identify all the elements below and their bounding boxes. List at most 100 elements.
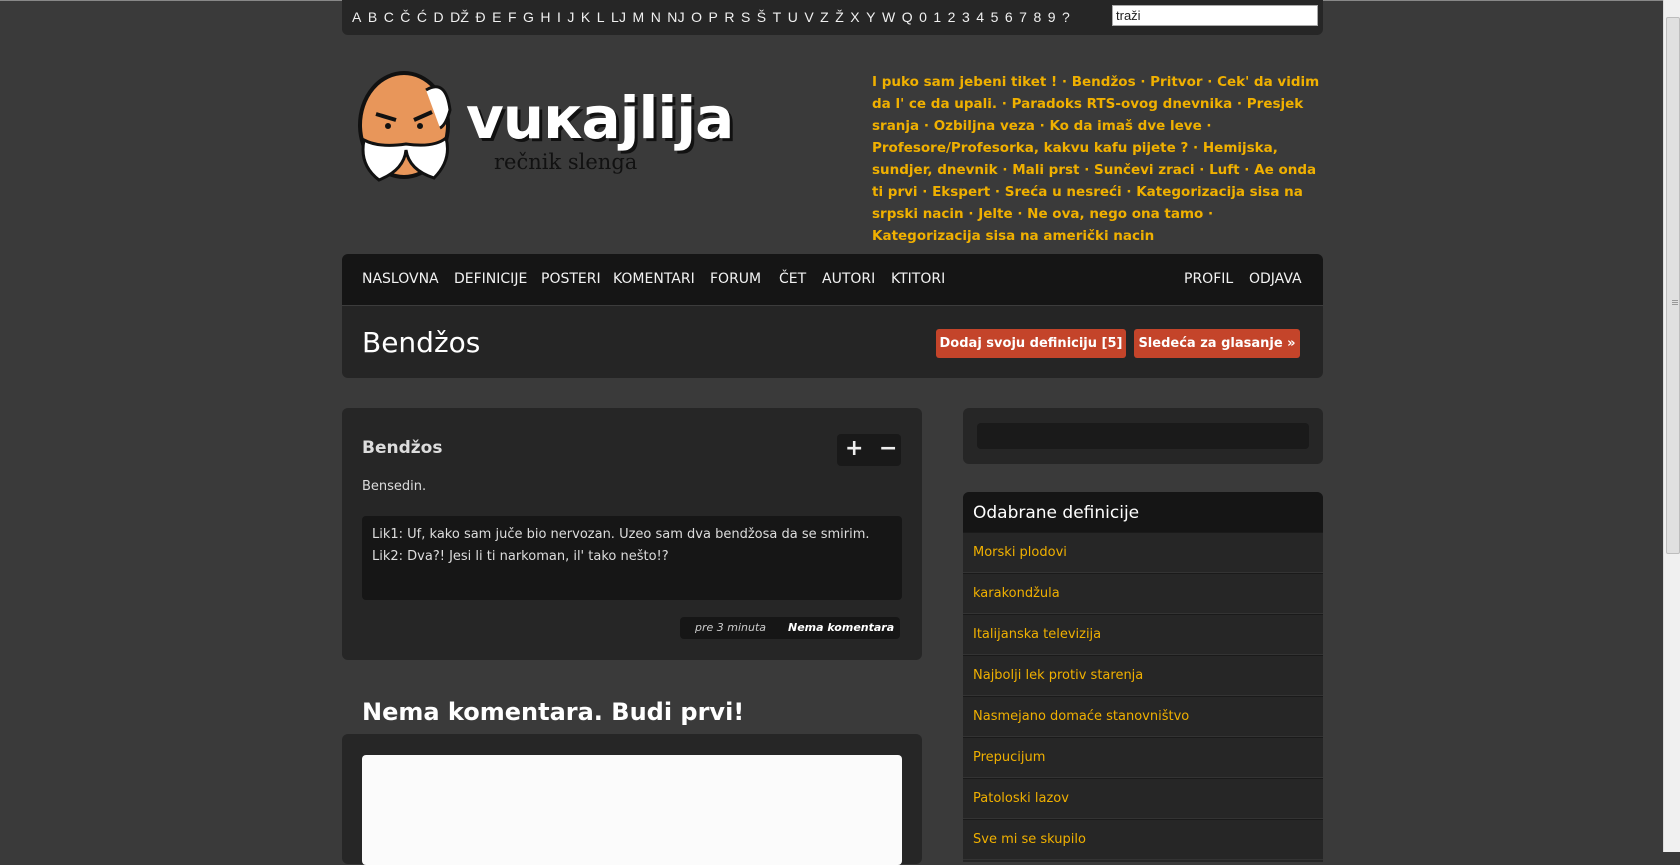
separator: · (990, 184, 1005, 200)
alphabet-letter-link[interactable]: T (773, 9, 782, 25)
alphabet-letter-link[interactable]: P (709, 9, 719, 25)
trending-link[interactable]: Luft (1209, 162, 1240, 178)
alphabet-letter-link[interactable]: R (724, 9, 734, 25)
trending-link[interactable]: Kategorizacija sisa na američki nacin (872, 228, 1154, 244)
alphabet-letter-link[interactable]: ? (1062, 9, 1070, 25)
add-definition-button[interactable]: Dodaj svoju definiciju [5] (936, 329, 1126, 358)
alphabet-letter-link[interactable]: Š (757, 9, 767, 25)
alphabet-letters: A B C Č Ć D DŽ Đ E F G H I J K L LJ M N NJ O P R S Š T U V Z Ž X Y W Q 0 1 2… (352, 9, 1076, 25)
comments-link[interactable]: Nema komentara (788, 617, 894, 639)
alphabet-letter-link[interactable]: Ž (835, 9, 844, 25)
alphabet-letter-link[interactable]: W (882, 9, 895, 25)
logo-tagline: rečnik slenga (494, 150, 638, 174)
alphabet-letter-link[interactable]: G (523, 9, 534, 25)
sidebar-item[interactable]: Patoloski lazov (963, 778, 1323, 819)
next-vote-button[interactable]: Sledeća za glasanje » (1134, 329, 1300, 358)
alphabet-letter-link[interactable]: N (651, 9, 661, 25)
alphabet-letter-link[interactable]: Č (400, 9, 410, 25)
trending-link[interactable]: Bendžos (1072, 74, 1136, 90)
trending-link[interactable]: Profesore/Profesorka, kakvu kafu pijete … (872, 140, 1188, 156)
alphabet-letter-link[interactable]: DŽ (450, 9, 469, 25)
sidebar-placeholder (977, 423, 1309, 449)
alphabet-letter-link[interactable]: K (581, 9, 591, 25)
vote-down-button[interactable]: − (879, 436, 897, 461)
sidebar-item[interactable]: Italijanska televizija (963, 614, 1323, 655)
nav-profil[interactable]: PROFIL (1184, 271, 1233, 287)
alphabet-letter-link[interactable]: NJ (667, 9, 685, 25)
nav-forum[interactable]: FORUM (710, 271, 761, 287)
alphabet-letter-link[interactable]: Y (866, 9, 876, 25)
alphabet-letter-link[interactable]: E (492, 9, 502, 25)
alphabet-letter-link[interactable]: D (434, 9, 444, 25)
main-nav: NASLOVNA DEFINICIJE POSTERI KOMENTARI FO… (342, 254, 1323, 305)
alphabet-letter-link[interactable]: L (597, 9, 605, 25)
trending-link[interactable]: Mali prst (1012, 162, 1079, 178)
alphabet-letter-link[interactable]: M (633, 9, 645, 25)
alphabet-letter-link[interactable]: 8 (1033, 9, 1041, 25)
alphabet-letter-link[interactable]: A (352, 9, 362, 25)
alphabet-letter-link[interactable]: Z (820, 9, 829, 25)
post-time: pre 3 minuta (695, 621, 767, 634)
site-logo[interactable]: vuкajlija rečnik slenga (354, 70, 774, 200)
trending-link[interactable]: Jelte (978, 206, 1012, 222)
trending-link[interactable]: Ozbiljna veza (934, 118, 1035, 134)
alphabet-letter-link[interactable]: S (741, 9, 751, 25)
trending-link[interactable]: Ekspert (932, 184, 990, 200)
alphabet-letter-link[interactable]: 3 (962, 9, 970, 25)
alphabet-letter-link[interactable]: 1 (933, 9, 941, 25)
trending-link[interactable]: I puko sam jebeni tiket ! (872, 74, 1057, 90)
alphabet-letter-link[interactable]: Q (902, 9, 913, 25)
alphabet-letter-link[interactable]: 6 (1005, 9, 1013, 25)
page-title: Bendžos (362, 326, 481, 359)
alphabet-letter-link[interactable]: 4 (976, 9, 984, 25)
nav-ktitori[interactable]: KTITORI (891, 271, 945, 287)
alphabet-letter-link[interactable]: Ć (417, 9, 427, 25)
alphabet-letter-link[interactable]: 7 (1019, 9, 1027, 25)
vertical-scrollbar[interactable] (1663, 0, 1680, 852)
separator: · (1201, 118, 1212, 134)
separator: · (919, 118, 934, 134)
sidebar-item[interactable]: Najbolji lek protiv starenja (963, 655, 1323, 696)
nav-posteri[interactable]: POSTERI (541, 271, 601, 287)
trending-link[interactable]: Paradoks RTS-ovog dnevnika (1012, 96, 1233, 112)
alphabet-letter-link[interactable]: 9 (1048, 9, 1056, 25)
alphabet-letter-link[interactable]: F (508, 9, 517, 25)
vote-box: + − (837, 434, 901, 466)
alphabet-letter-link[interactable]: X (850, 9, 860, 25)
trending-link[interactable]: Sunčevi zraci (1094, 162, 1195, 178)
alphabet-letter-link[interactable]: O (691, 9, 702, 25)
sidebar-item[interactable]: Sve mi se skupilo (963, 819, 1323, 860)
nav-komentari[interactable]: KOMENTARI (613, 271, 695, 287)
trending-link[interactable]: Sreća u nesreći (1005, 184, 1122, 200)
vote-up-button[interactable]: + (845, 436, 863, 461)
alphabet-letter-link[interactable]: Đ (475, 9, 485, 25)
trending-link[interactable]: Pritvor (1150, 74, 1202, 90)
definition-term[interactable]: Bendžos (362, 438, 442, 458)
alphabet-letter-link[interactable]: 5 (991, 9, 999, 25)
nav-cet[interactable]: ČET (779, 271, 806, 287)
search-input[interactable] (1112, 5, 1318, 26)
scrollbar-thumb[interactable] (1666, 17, 1680, 554)
alphabet-letter-link[interactable]: I (557, 9, 561, 25)
alphabet-letter-link[interactable]: 0 (919, 9, 927, 25)
sidebar-item[interactable]: Prepucijum (963, 737, 1323, 778)
trending-link[interactable]: Ne ova, nego ona tamo (1027, 206, 1203, 222)
alphabet-letter-link[interactable]: LJ (611, 9, 626, 25)
separator: · (1079, 162, 1095, 178)
nav-odjava[interactable]: ODJAVA (1249, 271, 1302, 287)
alphabet-letter-link[interactable]: J (567, 9, 574, 25)
alphabet-letter-link[interactable]: C (384, 9, 394, 25)
sidebar-item[interactable]: karakondžula (963, 573, 1323, 614)
alphabet-letter-link[interactable]: B (368, 9, 378, 25)
sidebar-item[interactable]: Morski plodovi (963, 532, 1323, 573)
nav-autori[interactable]: AUTORI (822, 271, 875, 287)
alphabet-letter-link[interactable]: 2 (948, 9, 956, 25)
nav-definicije[interactable]: DEFINICIJE (454, 271, 527, 287)
comment-textarea[interactable] (362, 755, 902, 865)
alphabet-letter-link[interactable]: U (788, 9, 798, 25)
sidebar-item[interactable]: Nasmejano domaće stanovništvo (963, 696, 1323, 737)
trending-link[interactable]: Ko da imaš dve leve (1049, 118, 1201, 134)
alphabet-letter-link[interactable]: V (804, 9, 814, 25)
alphabet-letter-link[interactable]: H (540, 9, 550, 25)
nav-naslovna[interactable]: NASLOVNA (362, 271, 439, 287)
